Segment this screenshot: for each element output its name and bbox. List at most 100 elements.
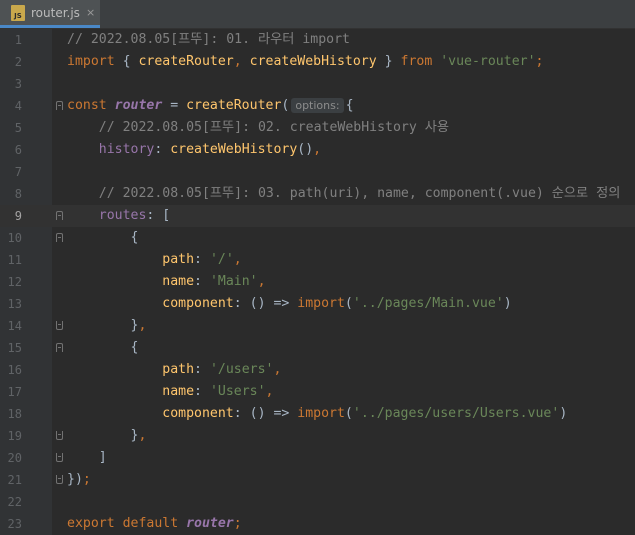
line-number: 10 — [7, 231, 22, 245]
code-line[interactable]: 21}); — [0, 469, 635, 491]
code-token: // 2022.08.05[프뚜]: 01. 라우터 import — [67, 32, 350, 47]
code-line[interactable]: 18 component: () => import('../pages/use… — [0, 403, 635, 425]
fold-marker-icon[interactable] — [56, 233, 63, 242]
code-token: , — [233, 54, 250, 69]
code-token: ; — [535, 54, 544, 69]
code-editor[interactable]: 1 // 2022.08.05[프뚜]: 01. 라우터 import 2 impor… — [0, 29, 635, 535]
code-line[interactable]: 1 // 2022.08.05[프뚜]: 01. 라우터 import — [0, 29, 635, 51]
code-token: , — [273, 362, 282, 377]
code-token: router — [186, 516, 234, 531]
code-text: { — [67, 227, 139, 249]
code-token: , — [233, 252, 242, 267]
code-line[interactable]: 15 { — [0, 337, 635, 359]
editor-tab-bar: JS router.js × — [0, 0, 635, 29]
code-token: import — [297, 296, 345, 311]
code-text: const router = createRouter(options:{ — [67, 95, 354, 117]
code-line[interactable]: 22 — [0, 491, 635, 513]
tab-router-js[interactable]: JS router.js × — [0, 0, 100, 28]
line-number: 1 — [14, 33, 22, 47]
code-line[interactable]: 16 path: '/users', — [0, 359, 635, 381]
code-token: } — [376, 54, 401, 69]
line-number: 16 — [7, 363, 22, 377]
code-line[interactable]: 7 — [0, 161, 635, 183]
code-text: history: createWebHistory(), — [67, 139, 321, 161]
code-text: component: () => import('../pages/users/… — [67, 403, 567, 425]
code-token: component — [162, 296, 234, 311]
code-text: }, — [67, 425, 147, 447]
code-token: '/users' — [209, 362, 274, 377]
code-line[interactable]: 23 export default router; — [0, 513, 635, 535]
fold-marker-icon[interactable] — [56, 343, 63, 352]
line-number: 23 — [7, 517, 22, 531]
code-line[interactable]: 2 import { createRouter, createWebHistory… — [0, 51, 635, 73]
line-number: 18 — [7, 407, 22, 421]
code-line[interactable]: 19 }, — [0, 425, 635, 447]
code-text: export default router; — [67, 513, 242, 535]
line-number: 9 — [14, 209, 22, 223]
code-text: // 2022.08.05[프뚜]: 03. path(uri), name, … — [67, 183, 621, 205]
fold-marker-icon[interactable] — [56, 431, 63, 440]
code-token: router — [114, 98, 163, 113]
fold-marker-icon[interactable] — [56, 321, 63, 330]
code-line[interactable]: 6 history: createWebHistory(), — [0, 139, 635, 161]
code-token: , — [138, 428, 147, 443]
line-number: 8 — [14, 187, 22, 201]
code-line[interactable]: 13 component: () => import('../pages/Mai… — [0, 293, 635, 315]
code-token: 'Main' — [209, 274, 258, 289]
code-token: 'Users' — [209, 384, 266, 399]
line-number: 5 — [14, 121, 22, 135]
line-number: 20 — [7, 451, 22, 465]
fold-marker-icon[interactable] — [56, 211, 63, 220]
code-text: }); — [67, 469, 91, 491]
code-token: : () => — [233, 296, 298, 311]
code-text: }, — [67, 315, 147, 337]
code-text: import { createRouter, createWebHistory … — [67, 51, 543, 73]
code-line[interactable]: 3 — [0, 73, 635, 95]
code-token: : — [194, 362, 210, 377]
line-number: 14 — [7, 319, 22, 333]
line-number: 19 — [7, 429, 22, 443]
close-icon[interactable]: × — [86, 6, 95, 19]
code-line[interactable]: 12 name: 'Main', — [0, 271, 635, 293]
code-text: name: 'Main', — [67, 271, 266, 293]
code-token: history — [98, 142, 155, 157]
fold-marker-icon[interactable] — [56, 475, 63, 484]
fold-marker-icon[interactable] — [56, 101, 63, 110]
code-token: ] — [67, 450, 107, 465]
code-token: : [ — [146, 208, 171, 223]
code-line[interactable]: 10 { — [0, 227, 635, 249]
line-number: 13 — [7, 297, 22, 311]
code-token: : — [194, 274, 210, 289]
line-number: 7 — [14, 165, 22, 179]
code-text: ] — [67, 447, 107, 469]
code-token: } — [67, 428, 139, 443]
line-number: 2 — [14, 55, 22, 69]
fold-marker-icon[interactable] — [56, 453, 63, 462]
code-token: routes — [98, 208, 147, 223]
code-line[interactable]: 17 name: 'Users', — [0, 381, 635, 403]
code-token: , — [265, 384, 274, 399]
code-token: = — [162, 98, 187, 113]
code-token: '/' — [209, 252, 234, 267]
code-token: } — [67, 318, 139, 333]
code-line[interactable]: 4 const router = createRouter(options:{ — [0, 95, 635, 117]
code-token: , — [257, 274, 266, 289]
code-line[interactable]: 8 // 2022.08.05[프뚜]: 03. path(uri), name… — [0, 183, 635, 205]
code-text: // 2022.08.05[프뚜]: 01. 라우터 import — [67, 29, 350, 51]
code-line[interactable]: 20 ] — [0, 447, 635, 469]
code-token: ; — [233, 516, 242, 531]
line-number: 15 — [7, 341, 22, 355]
code-token: createRouter — [186, 98, 282, 113]
line-number: 11 — [7, 253, 22, 267]
code-token: ( — [344, 296, 353, 311]
code-line[interactable]: 14 }, — [0, 315, 635, 337]
code-line[interactable]: 11 path: '/', — [0, 249, 635, 271]
code-line[interactable]: 9 routes: [ — [0, 205, 635, 227]
line-number: 12 — [7, 275, 22, 289]
code-line[interactable]: 5 // 2022.08.05[프뚜]: 02. createWebHistor… — [0, 117, 635, 139]
code-token: '../pages/Main.vue' — [352, 296, 504, 311]
code-token: component — [162, 406, 234, 421]
